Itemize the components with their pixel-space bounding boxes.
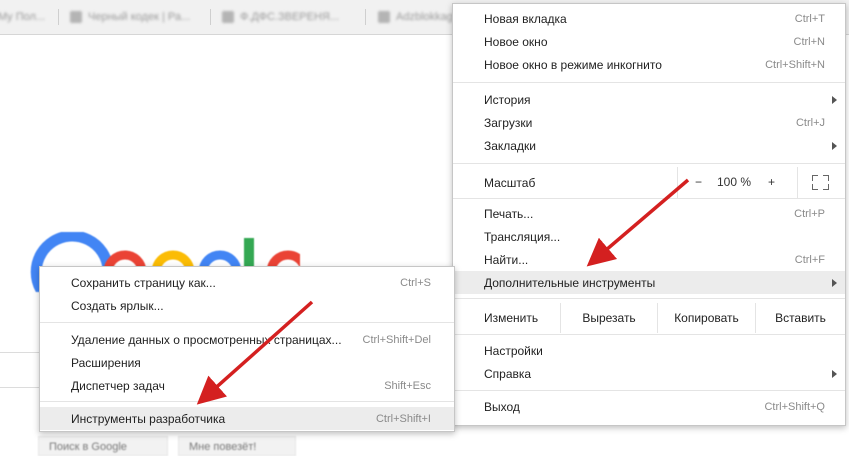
bookmark-item[interactable]: Ф.ДФС.ЗВЕРЕНЯ...: [222, 10, 339, 24]
menu-item-help[interactable]: Справка: [453, 362, 845, 385]
bookmark-separator: [365, 9, 366, 25]
bookmark-item[interactable]: My Пол...: [0, 10, 45, 24]
submenu-item-save-page[interactable]: Сохранить страницу как... Ctrl+S: [40, 271, 454, 294]
bookmark-separator: [210, 9, 211, 25]
menu-item-settings[interactable]: Настройки: [453, 339, 845, 362]
submenu-arrow-icon: [832, 96, 837, 104]
menu-item-print[interactable]: Печать... Ctrl+P: [453, 202, 845, 225]
menu-item-find[interactable]: Найти... Ctrl+F: [453, 248, 845, 271]
menu-item-new-tab[interactable]: Новая вкладка Ctrl+T: [453, 7, 845, 30]
fullscreen-icon: [812, 175, 829, 190]
bookmark-item[interactable]: Adzblokkagy: [378, 10, 458, 24]
menu-separator: [453, 298, 845, 299]
submenu-arrow-icon: [832, 279, 837, 287]
menu-item-history[interactable]: История: [453, 88, 845, 111]
menu-separator: [453, 334, 845, 335]
edit-row: Изменить Вырезать Копировать Вставить: [453, 303, 845, 333]
submenu-item-create-shortcut[interactable]: Создать ярлык...: [40, 294, 454, 317]
lucky-button[interactable]: Мне повезёт!: [178, 436, 296, 456]
menu-separator: [40, 322, 454, 323]
cut-button[interactable]: Вырезать: [560, 303, 657, 333]
menu-item-cast[interactable]: Трансляция...: [453, 225, 845, 248]
google-search-button[interactable]: Поиск в Google: [38, 436, 168, 456]
submenu-item-clear-data[interactable]: Удаление данных о просмотренных страница…: [40, 328, 454, 351]
zoom-value: 100 %: [717, 175, 752, 189]
menu-item-bookmarks[interactable]: Закладки: [453, 134, 845, 157]
menu-separator: [40, 401, 454, 402]
doc-icon: [222, 11, 234, 23]
zoom-controls: − 100 % +: [677, 167, 797, 198]
search-box[interactable]: [0, 352, 40, 388]
chrome-main-menu: Новая вкладка Ctrl+T Новое окно Ctrl+N Н…: [452, 3, 846, 426]
menu-item-new-window[interactable]: Новое окно Ctrl+N: [453, 30, 845, 53]
menu-separator: [453, 198, 845, 199]
menu-separator: [453, 82, 845, 83]
zoom-row: Масштаб − 100 % +: [453, 167, 845, 198]
zoom-out-button[interactable]: −: [695, 175, 702, 189]
bookmark-item[interactable]: Черный кодек | Ра...: [70, 10, 190, 24]
menu-item-more-tools[interactable]: Дополнительные инструменты: [453, 271, 845, 294]
menu-item-exit[interactable]: Выход Ctrl+Shift+Q: [453, 395, 845, 418]
menu-separator: [453, 163, 845, 164]
menu-item-incognito[interactable]: Новое окно в режиме инкогнито Ctrl+Shift…: [453, 53, 845, 76]
paste-button[interactable]: Вставить: [755, 303, 845, 333]
submenu-arrow-icon: [832, 142, 837, 150]
submenu-item-developer-tools[interactable]: Инструменты разработчика Ctrl+Shift+I: [40, 407, 454, 430]
menu-item-downloads[interactable]: Загрузки Ctrl+J: [453, 111, 845, 134]
bookmark-separator: [58, 9, 59, 25]
copy-button[interactable]: Копировать: [657, 303, 755, 333]
submenu-item-task-manager[interactable]: Диспетчер задач Shift+Esc: [40, 374, 454, 397]
globe-icon: [70, 11, 82, 23]
submenu-item-extensions[interactable]: Расширения: [40, 351, 454, 374]
submenu-arrow-icon: [832, 370, 837, 378]
person-icon: [378, 11, 390, 23]
menu-separator: [453, 390, 845, 391]
more-tools-submenu: Сохранить страницу как... Ctrl+S Создать…: [39, 266, 455, 432]
zoom-in-button[interactable]: +: [768, 175, 775, 189]
fullscreen-button[interactable]: [797, 167, 845, 198]
